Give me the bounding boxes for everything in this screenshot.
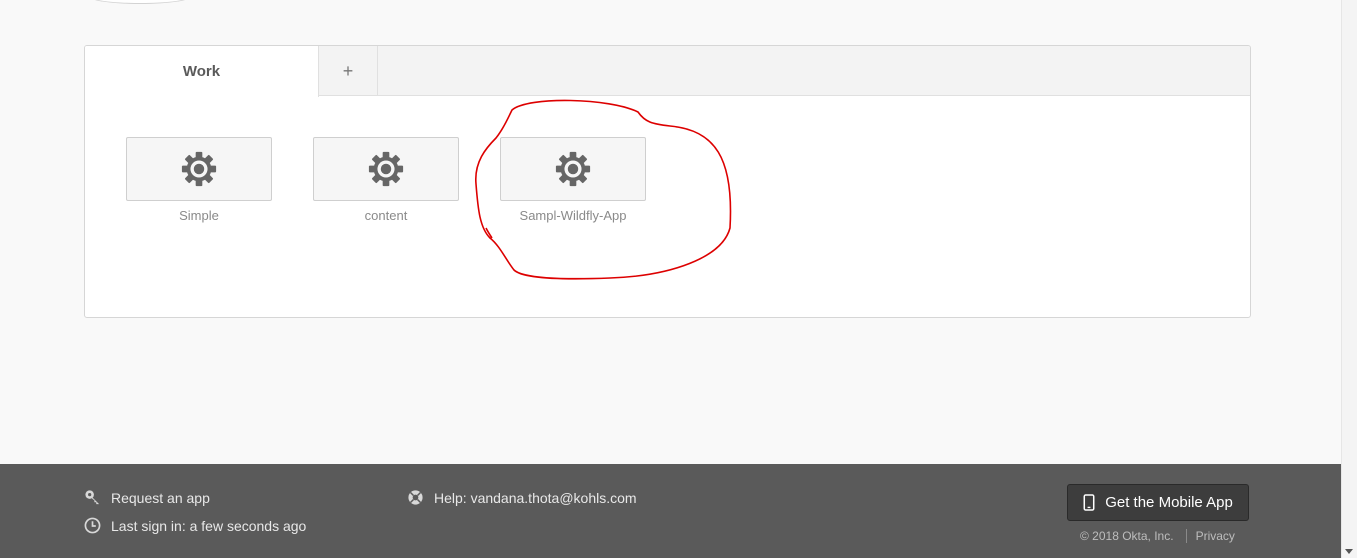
app-button-sampl-wildfly-app[interactable] — [500, 137, 646, 201]
get-mobile-app-label[interactable]: Get the Mobile App — [1105, 494, 1233, 511]
help-link[interactable]: Help: vandana.thota@kohls.com — [407, 489, 637, 506]
app-tile-content: content — [313, 137, 459, 223]
scroll-down-arrow[interactable] — [1345, 549, 1353, 554]
app-label-content[interactable]: content — [313, 208, 459, 223]
apps-panel: Work + Simple content Sampl-Wildfly-App — [84, 45, 1251, 318]
footer-divider — [1185, 529, 1187, 543]
gear-icon — [181, 151, 217, 187]
phone-icon — [1083, 494, 1095, 511]
app-tile-sampl-wildfly-app: Sampl-Wildfly-App — [500, 137, 646, 223]
app-label-sampl-wildfly-app[interactable]: Sampl-Wildfly-App — [500, 208, 646, 223]
vertical-scrollbar[interactable] — [1341, 0, 1357, 558]
request-app-link[interactable]: Request an app — [84, 489, 210, 506]
gear-icon — [368, 151, 404, 187]
last-sign-in-label: Last sign in: a few seconds ago — [111, 517, 307, 534]
tab-bar: Work + — [85, 46, 1250, 97]
last-sign-in: Last sign in: a few seconds ago — [84, 517, 306, 534]
get-mobile-app-button[interactable]: Get the Mobile App — [1067, 484, 1249, 521]
gear-icon — [555, 151, 591, 187]
add-tab-button[interactable]: + — [319, 46, 378, 96]
app-button-simple[interactable] — [126, 137, 272, 201]
lifebuoy-icon — [408, 490, 423, 505]
footer: Request an app Last sign in: a few secon… — [0, 464, 1341, 558]
copyright-row: © 2018 Okta, Inc. Privacy — [1080, 529, 1235, 543]
app-label-simple[interactable]: Simple — [126, 208, 272, 223]
copyright-text: © 2018 Okta, Inc. — [1080, 529, 1174, 543]
app-tile-simple: Simple — [126, 137, 272, 223]
clock-icon — [84, 517, 101, 534]
key-icon — [85, 490, 100, 505]
privacy-link[interactable]: Privacy — [1196, 529, 1235, 543]
avatar[interactable] — [88, 0, 192, 4]
request-app-label[interactable]: Request an app — [111, 490, 210, 506]
app-button-content[interactable] — [313, 137, 459, 201]
help-label[interactable]: Help: vandana.thota@kohls.com — [434, 490, 637, 506]
tab-work[interactable]: Work — [85, 46, 319, 97]
